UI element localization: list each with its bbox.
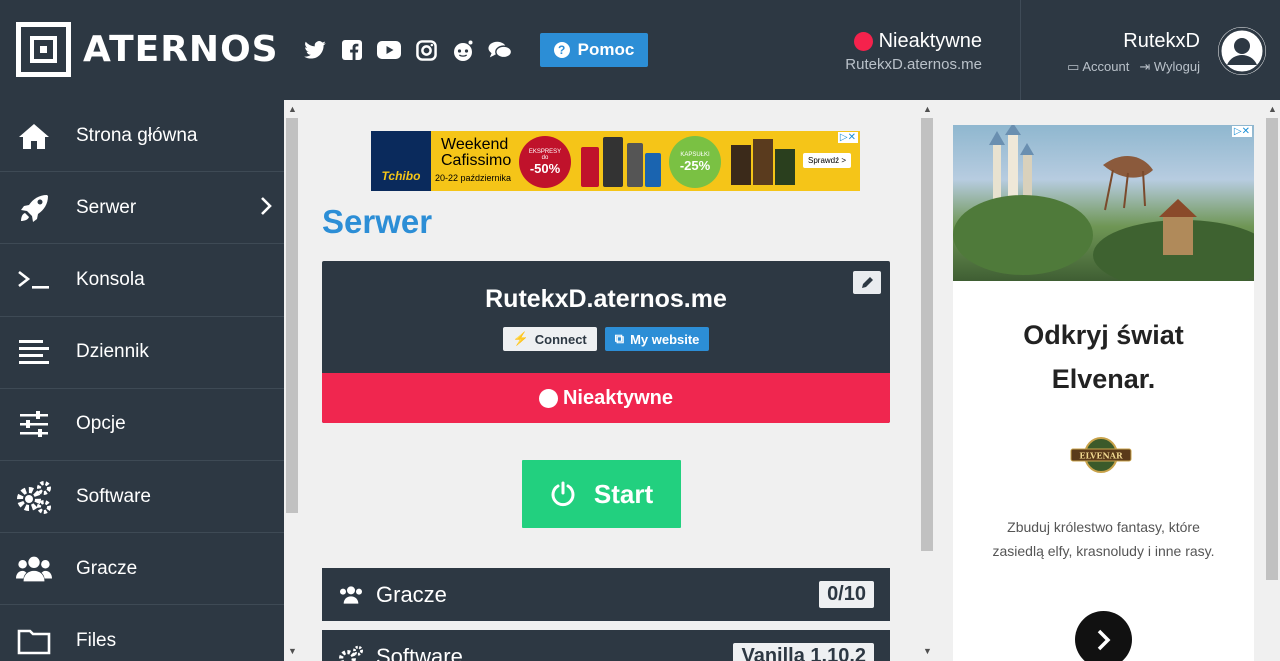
adchoices-icon[interactable]: ▷✕ [1231, 126, 1252, 137]
elvenar-logo: ELVENAR [1069, 435, 1133, 475]
sidebar-item-label: Files [76, 630, 117, 652]
ad-boxes-image [727, 139, 797, 187]
rocket-icon [16, 190, 52, 226]
ad-badge-espresso: EKSPRESY do -50% [519, 136, 571, 188]
user-menu: RutekxD ▭ Account ⇥ Wyloguj [1067, 30, 1200, 75]
ad-dates: 20-22 października [435, 173, 512, 183]
facebook-icon[interactable] [340, 38, 364, 62]
header-status: Nieaktywne RutekxD.aternos.me [845, 30, 982, 73]
ad-title-2: Cafissimo [441, 152, 512, 169]
sidebar-item-label: Dziennik [76, 341, 149, 363]
software-version: Vanilla 1.10.2 [733, 643, 874, 661]
chat-icon[interactable] [488, 38, 512, 62]
brand-name: ATERNOS [83, 29, 279, 70]
account-link[interactable]: ▭ Account [1067, 59, 1129, 75]
page-scrollbar[interactable]: ▲ [1264, 100, 1280, 661]
start-button[interactable]: Start [522, 460, 681, 528]
sidebar-item-label: Konsola [76, 268, 145, 290]
right-side-ad[interactable]: ▷✕ Odkryj świat Elvenar. ELVENAR Zbuduj k… [953, 125, 1254, 661]
ad-cta-button[interactable]: Sprawdź > [803, 153, 852, 168]
ad-headline: Odkryj świat Elvenar. [1023, 320, 1184, 394]
sidebar-item-label: Serwer [76, 196, 137, 218]
sidebar-scrollbar[interactable]: ▲ ▼ [284, 100, 300, 661]
sliders-icon [16, 406, 52, 442]
external-link-icon: ⧉ [614, 331, 625, 346]
sidebar-item-server[interactable]: Serwer [0, 172, 284, 245]
twitter-icon[interactable] [303, 38, 327, 62]
sidebar-item-label: Strona główna [76, 124, 198, 146]
help-button[interactable]: ? Pomoc [540, 33, 648, 67]
sidebar-item-software[interactable]: Software [0, 461, 284, 534]
header-status-label: Nieaktywne [878, 30, 982, 52]
sidebar-item-options[interactable]: Opcje [0, 389, 284, 461]
ad-next-button[interactable] [1075, 611, 1132, 661]
server-address: RutekxD.aternos.me [485, 285, 727, 313]
gears-icon [338, 645, 364, 661]
chevron-right-icon [1097, 629, 1110, 650]
server-card: RutekxD.aternos.me ⚡ Connect ⧉ My website … [322, 261, 890, 423]
id-card-icon: ▭ [1067, 59, 1080, 74]
users-icon [16, 551, 52, 587]
svg-text:ELVENAR: ELVENAR [1079, 451, 1123, 461]
sidebar-item-home[interactable]: Strona główna [0, 100, 284, 173]
sidebar-nav: Strona główna Serwer Konsola Dziennik Op… [0, 100, 284, 661]
sidebar-item-console[interactable]: Konsola [0, 244, 284, 317]
username: RutekxD [1123, 30, 1200, 52]
folder-icon [16, 623, 52, 659]
youtube-icon[interactable] [377, 38, 401, 62]
header-server-address: RutekxD.aternos.me [845, 56, 982, 73]
chevron-right-icon [260, 196, 272, 221]
instagram-icon[interactable] [414, 38, 438, 62]
header-divider [1020, 0, 1021, 100]
logo-mark-icon [16, 22, 71, 77]
reddit-icon[interactable] [451, 38, 475, 62]
ad-badge-capsules: KAPSUŁKI -25% [669, 136, 721, 188]
sidebar-item-label: Software [76, 485, 151, 507]
power-icon [551, 481, 575, 507]
connect-button[interactable]: ⚡ Connect [502, 327, 597, 351]
sidebar-item-players[interactable]: Gracze [0, 533, 284, 606]
offline-dot-icon [853, 32, 873, 51]
log-icon [16, 334, 52, 370]
page-title: Serwer [322, 203, 433, 240]
top-banner-ad[interactable]: Tchibo Weekend Cafissimo 20-22 październi… [371, 131, 860, 191]
terminal-icon [16, 262, 52, 298]
help-label: Pomoc [577, 40, 635, 59]
logout-link[interactable]: ⇥ Wyloguj [1139, 59, 1200, 75]
users-icon [338, 585, 364, 605]
adchoices-icon[interactable]: ▷✕ [837, 132, 858, 143]
main-scrollbar[interactable]: ▲ ▼ [919, 100, 935, 661]
top-header: ATERNOS ? Pomoc Nieaktywne RutekxD.atern… [0, 0, 1280, 100]
social-links [303, 38, 512, 62]
my-website-button[interactable]: ⧉ My website [604, 327, 710, 351]
main-content: Tchibo Weekend Cafissimo 20-22 październi… [300, 100, 920, 661]
ad-title-1: Weekend [441, 136, 509, 153]
avatar[interactable] [1218, 27, 1266, 75]
software-label: Software [376, 643, 463, 661]
players-label: Gracze [376, 581, 447, 607]
gears-icon [16, 479, 52, 515]
sidebar-item-files[interactable]: Files [0, 605, 284, 661]
server-status-label: Nieaktywne [562, 386, 674, 409]
ad-description: Zbuduj królestwo fantasy, które zasiedlą … [992, 519, 1215, 559]
players-count: 0/10 [819, 581, 874, 608]
sidebar-item-label: Gracze [76, 557, 138, 579]
ad-machines-image [579, 135, 663, 187]
software-row[interactable]: Software Vanilla 1.10.2 [322, 630, 890, 661]
players-row[interactable]: Gracze 0/10 [322, 568, 890, 621]
start-label: Start [593, 478, 654, 509]
server-status-bar: Nieaktywne [322, 373, 890, 423]
home-icon [16, 118, 52, 154]
tchibo-logo: Tchibo [371, 131, 431, 191]
sidebar-item-label: Opcje [76, 413, 126, 435]
plug-icon: ⚡ [512, 331, 529, 346]
elvenar-ad-image: ▷✕ [953, 125, 1254, 281]
sidebar-item-log[interactable]: Dziennik [0, 317, 284, 389]
sign-out-icon: ⇥ [1139, 59, 1151, 74]
offline-dot-icon [538, 388, 558, 408]
question-icon: ? [553, 42, 570, 58]
aternos-logo[interactable]: ATERNOS [16, 22, 279, 77]
